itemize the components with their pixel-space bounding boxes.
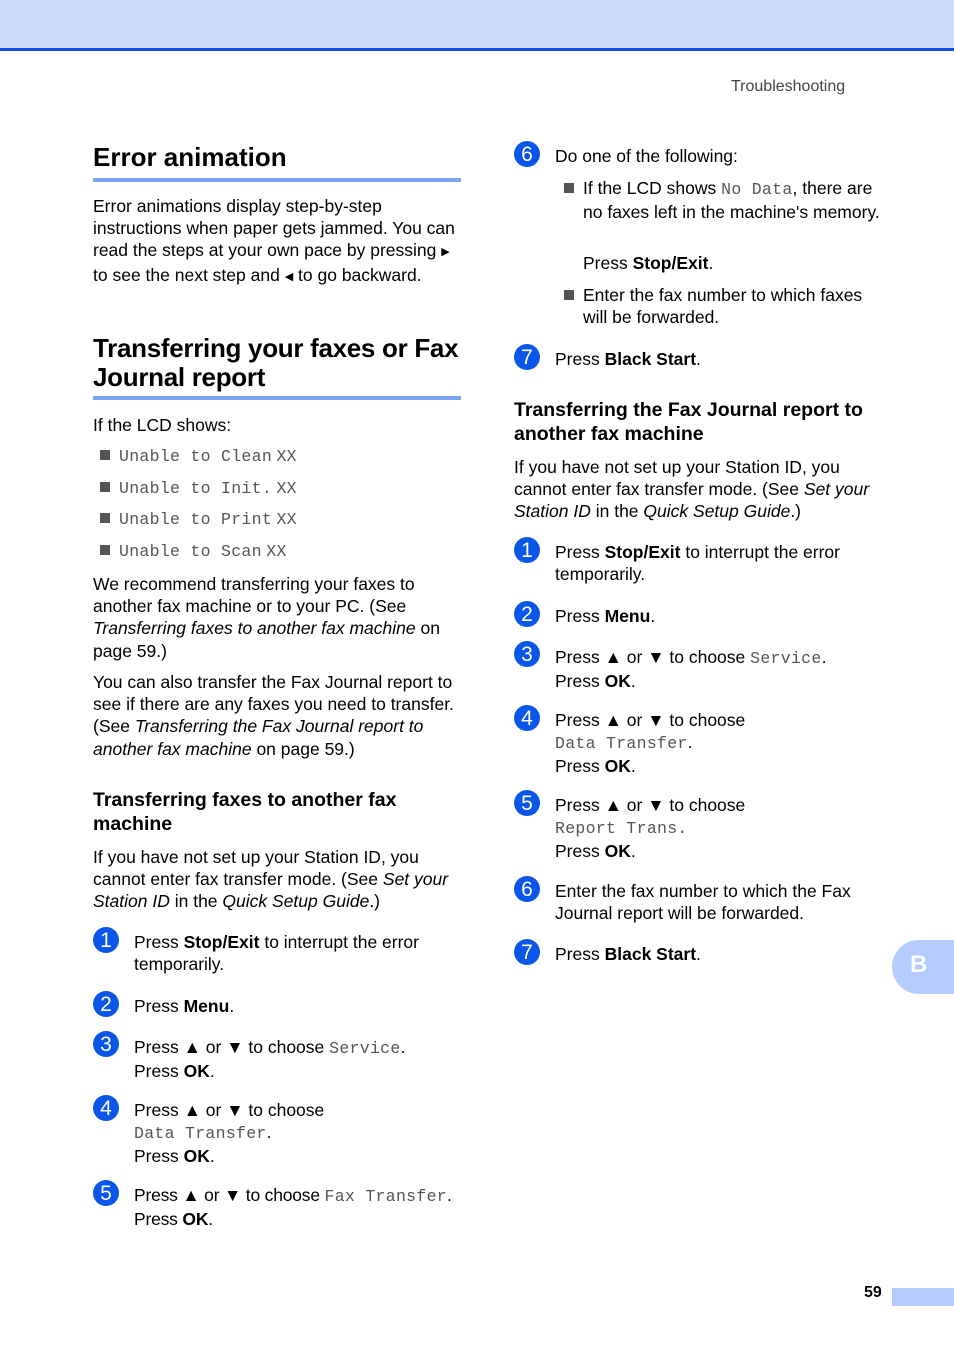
lcd-message: Unable to Init. XX [100, 479, 297, 498]
subsection-title-journal: Transferring the Fax Journal report to a… [514, 399, 863, 445]
cross-reference-link[interactable]: Quick Setup Guide [222, 891, 369, 911]
step-number-icon: 4 [93, 1095, 119, 1121]
step-number-icon: 2 [514, 601, 540, 627]
step-number-icon: 1 [93, 927, 119, 953]
step: 1 Press Stop/Exit to interrupt the error… [93, 927, 463, 977]
option-item: Enter the fax number to which faxes will… [564, 284, 884, 328]
also-paragraph: You can also transfer the Fax Journal re… [93, 672, 454, 759]
square-bullet-icon [564, 290, 574, 300]
lcd-message: Unable to Clean XX [100, 447, 297, 466]
section-rule [93, 178, 461, 182]
step-number-icon: 2 [93, 991, 119, 1017]
subsection-title-faxes: Transferring faxes to another fax machin… [93, 789, 397, 835]
step-number-icon: 3 [93, 1031, 119, 1057]
running-head: Troubleshooting [731, 78, 846, 95]
step-number-icon: 5 [514, 790, 540, 816]
square-bullet-icon [100, 545, 110, 555]
step-number-icon: 4 [514, 705, 540, 731]
square-bullet-icon [100, 513, 110, 523]
error-animation-body: Error animations display step-by-step in… [93, 196, 455, 285]
lcd-intro: If the LCD shows: [93, 415, 232, 435]
footer-bar [892, 1288, 954, 1306]
option-followup: Press Stop/Exit. [583, 253, 714, 273]
cross-reference-link[interactable]: Quick Setup Guide [643, 501, 790, 521]
recommend-paragraph: We recommend transferring your faxes to … [93, 574, 440, 661]
step-number-icon: 6 [514, 141, 540, 167]
step-number-icon: 5 [93, 1180, 119, 1206]
chapter-tab: B [892, 940, 954, 994]
faxes-intro: If you have not set up your Station ID, … [93, 847, 449, 912]
step-number-icon: 1 [514, 537, 540, 563]
section-title-transferring: Transferring your faxes or Fax Journal r… [93, 333, 459, 392]
square-bullet-icon [564, 183, 574, 193]
lcd-message: Unable to Scan XX [100, 542, 287, 561]
section-rule [93, 396, 461, 400]
header-band [0, 0, 954, 51]
left-arrow-icon: ◀ [284, 270, 294, 283]
lcd-message: Unable to Print XX [100, 510, 297, 529]
page-number: 59 [864, 1284, 882, 1301]
step-number-icon: 7 [514, 344, 540, 370]
step-number-icon: 3 [514, 641, 540, 667]
option-item: If the LCD shows No Data, there are no f… [564, 177, 884, 223]
section-title-error-animation: Error animation [93, 142, 287, 172]
square-bullet-icon [100, 482, 110, 492]
square-bullet-icon [100, 450, 110, 460]
journal-intro: If you have not set up your Station ID, … [514, 457, 870, 522]
step-number-icon: 7 [514, 939, 540, 965]
right-arrow-icon: ▶ [441, 246, 450, 259]
step-number-icon: 6 [514, 876, 540, 902]
cross-reference-link[interactable]: Transferring faxes to another fax machin… [93, 618, 416, 638]
